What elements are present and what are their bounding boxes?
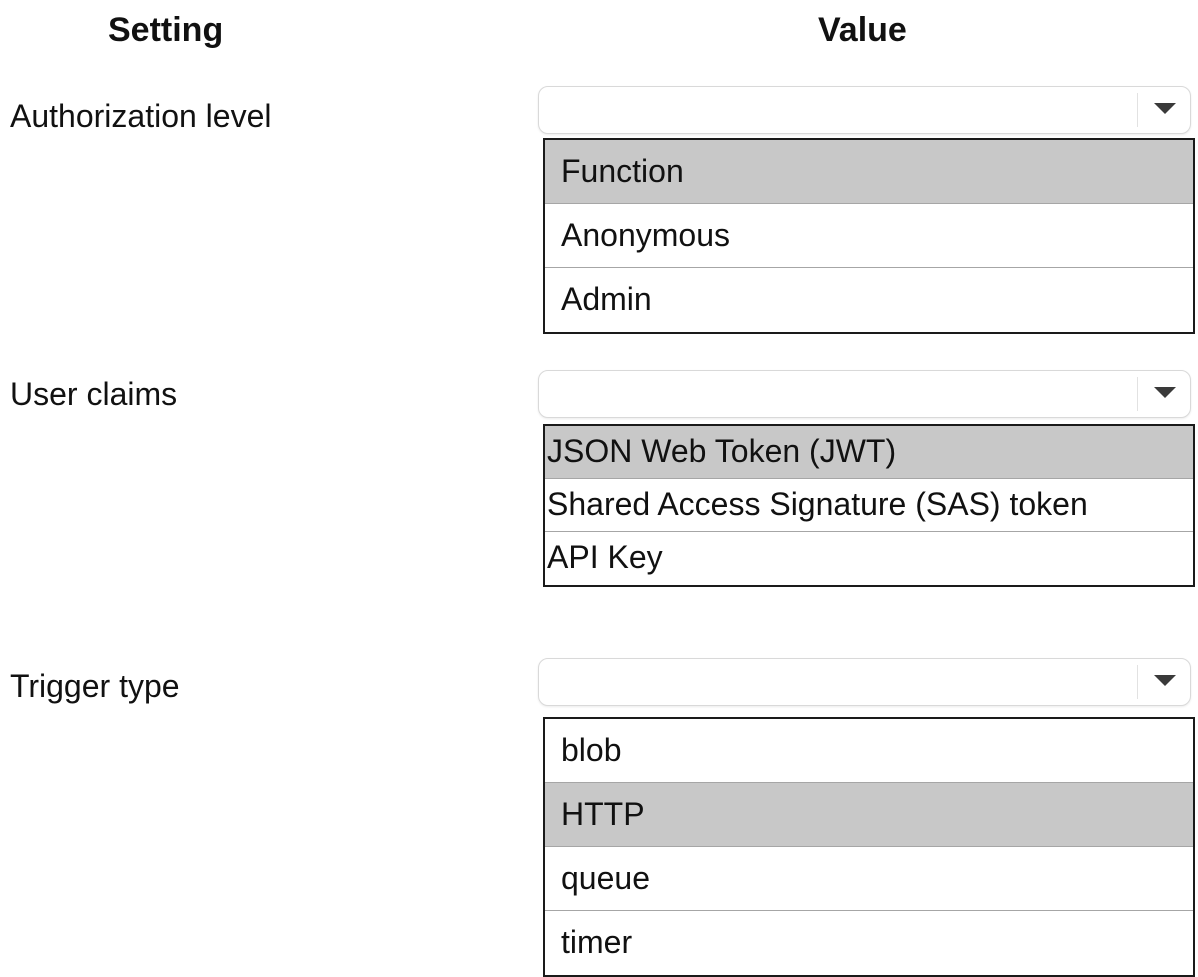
option-sas-token[interactable]: Shared Access Signature (SAS) token [545, 479, 1193, 532]
chevron-down-icon[interactable] [1154, 675, 1176, 686]
user-claims-options: JSON Web Token (JWT) Shared Access Signa… [543, 424, 1195, 587]
option-timer[interactable]: timer [545, 911, 1193, 975]
authorization-level-dropdown[interactable] [538, 86, 1191, 134]
authorization-level-label: Authorization level [10, 98, 272, 134]
dropdown-divider [1137, 93, 1138, 127]
option-function[interactable]: Function [545, 140, 1193, 204]
user-claims-label: User claims [10, 376, 178, 412]
user-claims-dropdown[interactable] [538, 370, 1191, 418]
chevron-down-icon[interactable] [1154, 103, 1176, 114]
trigger-type-label: Trigger type [10, 668, 180, 704]
option-queue[interactable]: queue [545, 847, 1193, 911]
trigger-type-options: blob HTTP queue timer [543, 717, 1195, 977]
trigger-type-dropdown[interactable] [538, 658, 1191, 706]
option-jwt[interactable]: JSON Web Token (JWT) [545, 426, 1193, 479]
option-blob[interactable]: blob [545, 719, 1193, 783]
option-api-key[interactable]: API Key [545, 532, 1193, 585]
option-anonymous[interactable]: Anonymous [545, 204, 1193, 268]
chevron-down-icon[interactable] [1154, 387, 1176, 398]
authorization-level-options: Function Anonymous Admin [543, 138, 1195, 334]
dropdown-divider [1137, 377, 1138, 411]
setting-column-header: Setting [108, 11, 224, 49]
option-admin[interactable]: Admin [545, 268, 1193, 332]
value-column-header: Value [818, 11, 907, 49]
dropdown-divider [1137, 665, 1138, 699]
option-http[interactable]: HTTP [545, 783, 1193, 847]
